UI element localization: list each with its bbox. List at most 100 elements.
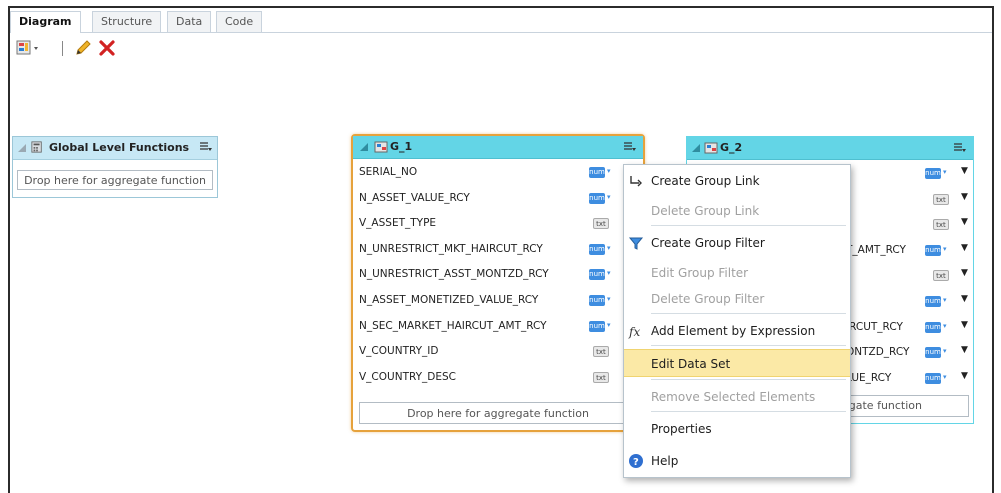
- row-dropdown-icon[interactable]: ▼: [961, 345, 968, 355]
- number-type-icon[interactable]: num: [589, 294, 605, 306]
- group-g1-panel[interactable]: G_1 SERIAL_NO num ▾ N_ASSET_VALUE_RCY num ▾ V_…: [351, 134, 645, 432]
- number-type-icon[interactable]: num: [925, 168, 941, 179]
- row-dropdown-icon[interactable]: ▼: [961, 294, 968, 304]
- toolbar-separator: [62, 41, 63, 56]
- menu-separator: [651, 345, 846, 346]
- panel-menu-icon[interactable]: [623, 141, 637, 153]
- collapse-triangle-icon[interactable]: [358, 141, 372, 153]
- panel-menu-icon[interactable]: [199, 141, 213, 153]
- text-type-icon[interactable]: txt: [933, 193, 949, 205]
- text-type-icon[interactable]: txt: [593, 218, 609, 230]
- global-panel-title: Global Level Functions: [49, 141, 190, 154]
- collapse-triangle-icon[interactable]: [16, 142, 30, 154]
- delete-x-icon[interactable]: [98, 39, 116, 57]
- type-dropdown-icon[interactable]: ▾: [607, 167, 611, 175]
- menu-item-label: Properties: [651, 422, 712, 436]
- g2-header: G_2: [687, 137, 973, 160]
- global-level-functions-panel: Global Level Functions Drop here for agg…: [12, 136, 218, 198]
- row-dropdown-icon[interactable]: ▼: [961, 320, 968, 330]
- type-dropdown-icon[interactable]: ▾: [607, 193, 611, 201]
- text-type-icon[interactable]: txt: [593, 371, 609, 383]
- g1-drop-zone[interactable]: Drop here for aggregate function: [359, 402, 637, 424]
- menu-item-label: Create Group Filter: [651, 236, 765, 250]
- type-dropdown-icon[interactable]: ▾: [943, 347, 947, 355]
- editor-window: Diagram Structure Data Code Global Level…: [8, 6, 994, 493]
- menu-separator: [651, 313, 846, 314]
- menu-item-delete-group-filter: Delete Group Filter: [624, 285, 850, 313]
- menu-item-edit-data-set[interactable]: Edit Data Set: [624, 349, 850, 377]
- global-panel-header: Global Level Functions: [13, 137, 217, 160]
- field-name: V_ASSET_TYPE: [359, 217, 437, 230]
- number-type-icon[interactable]: num: [925, 347, 941, 359]
- tab-code[interactable]: Code: [216, 11, 263, 32]
- group-icon: [704, 142, 718, 154]
- field-name: LUE_RCY: [846, 371, 892, 384]
- menu-item-help[interactable]: ? Help: [624, 447, 850, 475]
- text-type-icon[interactable]: txt: [933, 270, 949, 282]
- number-type-icon[interactable]: num: [925, 244, 941, 256]
- type-dropdown-icon[interactable]: ▾: [607, 295, 611, 303]
- row-dropdown-icon[interactable]: ▼: [961, 268, 968, 278]
- type-dropdown-icon[interactable]: ▾: [943, 245, 947, 253]
- number-type-icon[interactable]: num: [589, 243, 605, 255]
- calculator-icon: [31, 141, 42, 153]
- group-link-icon: [630, 176, 642, 187]
- tab-diagram[interactable]: Diagram: [10, 11, 81, 33]
- field-name: N_ASSET_MONETIZED_VALUE_RCY: [359, 293, 539, 306]
- field-name: V_COUNTRY_ID: [359, 345, 439, 358]
- menu-item-add-element-by-expression[interactable]: fx Add Element by Expression: [624, 317, 850, 345]
- menu-item-create-group-filter[interactable]: Create Group Filter: [624, 229, 850, 257]
- field-name: SERIAL_NO: [359, 166, 418, 178]
- text-type-icon[interactable]: txt: [933, 219, 949, 231]
- toolbar: [10, 33, 992, 61]
- tab-structure[interactable]: Structure: [92, 11, 162, 32]
- type-dropdown-icon[interactable]: ▾: [607, 321, 611, 329]
- tab-data[interactable]: Data: [167, 11, 212, 32]
- field-name: N_UNRESTRICT_ASST_MONTZD_RCY: [359, 268, 549, 281]
- row-dropdown-icon[interactable]: ▼: [961, 243, 968, 253]
- menu-separator: [651, 411, 846, 412]
- collapse-triangle-icon[interactable]: [690, 142, 704, 154]
- menu-item-create-group-link[interactable]: Create Group Link: [624, 167, 850, 195]
- g2-title: G_2: [720, 141, 743, 154]
- type-dropdown-icon[interactable]: ▾: [943, 322, 947, 330]
- number-type-icon[interactable]: num: [589, 269, 605, 281]
- group-icon: [374, 141, 388, 153]
- menu-item-label: Create Group Link: [651, 174, 760, 188]
- g1-title: G_1: [390, 140, 413, 153]
- field-name: N_UNRESTRICT_MKT_HAIRCUT_RCY: [359, 242, 543, 255]
- row-dropdown-icon[interactable]: ▼: [961, 166, 968, 176]
- type-dropdown-icon[interactable]: ▾: [943, 373, 947, 381]
- type-dropdown-icon[interactable]: ▾: [943, 168, 947, 176]
- row-dropdown-icon[interactable]: ▼: [961, 371, 968, 381]
- edit-pencil-icon[interactable]: [74, 39, 92, 57]
- menu-item-label: Remove Selected Elements: [651, 390, 816, 404]
- menu-item-label: Delete Group Link: [651, 204, 760, 218]
- menu-item-label: Delete Group Filter: [651, 292, 765, 306]
- row-dropdown-icon[interactable]: ▼: [961, 192, 968, 202]
- menu-item-delete-group-link: Delete Group Link: [624, 197, 850, 225]
- menu-item-label: Edit Data Set: [651, 357, 731, 371]
- panel-menu-icon[interactable]: [953, 142, 967, 154]
- svg-text:fx: fx: [628, 325, 640, 339]
- type-dropdown-icon[interactable]: ▾: [607, 269, 611, 277]
- number-type-icon[interactable]: num: [925, 321, 941, 333]
- type-dropdown-icon[interactable]: ▾: [607, 244, 611, 252]
- fx-expression-icon: fx: [628, 325, 640, 339]
- add-dataset-icon[interactable]: [16, 39, 42, 57]
- number-type-icon[interactable]: num: [925, 295, 941, 307]
- menu-item-edit-group-filter: Edit Group Filter: [624, 259, 850, 287]
- menu-separator: [651, 379, 846, 380]
- svg-text:?: ?: [633, 457, 639, 468]
- row-dropdown-icon[interactable]: ▼: [961, 217, 968, 227]
- number-type-icon[interactable]: num: [589, 320, 605, 332]
- context-menu: Create Group Link Delete Group Link Create…: [623, 164, 851, 478]
- text-type-icon[interactable]: txt: [593, 346, 609, 358]
- number-type-icon[interactable]: num: [925, 372, 941, 384]
- number-type-icon[interactable]: num: [589, 192, 605, 204]
- menu-item-label: Add Element by Expression: [651, 324, 816, 338]
- global-drop-zone[interactable]: Drop here for aggregate function: [17, 170, 213, 190]
- type-dropdown-icon[interactable]: ▾: [943, 296, 947, 304]
- menu-item-properties[interactable]: Properties: [624, 415, 850, 443]
- number-type-icon[interactable]: num: [589, 167, 605, 178]
